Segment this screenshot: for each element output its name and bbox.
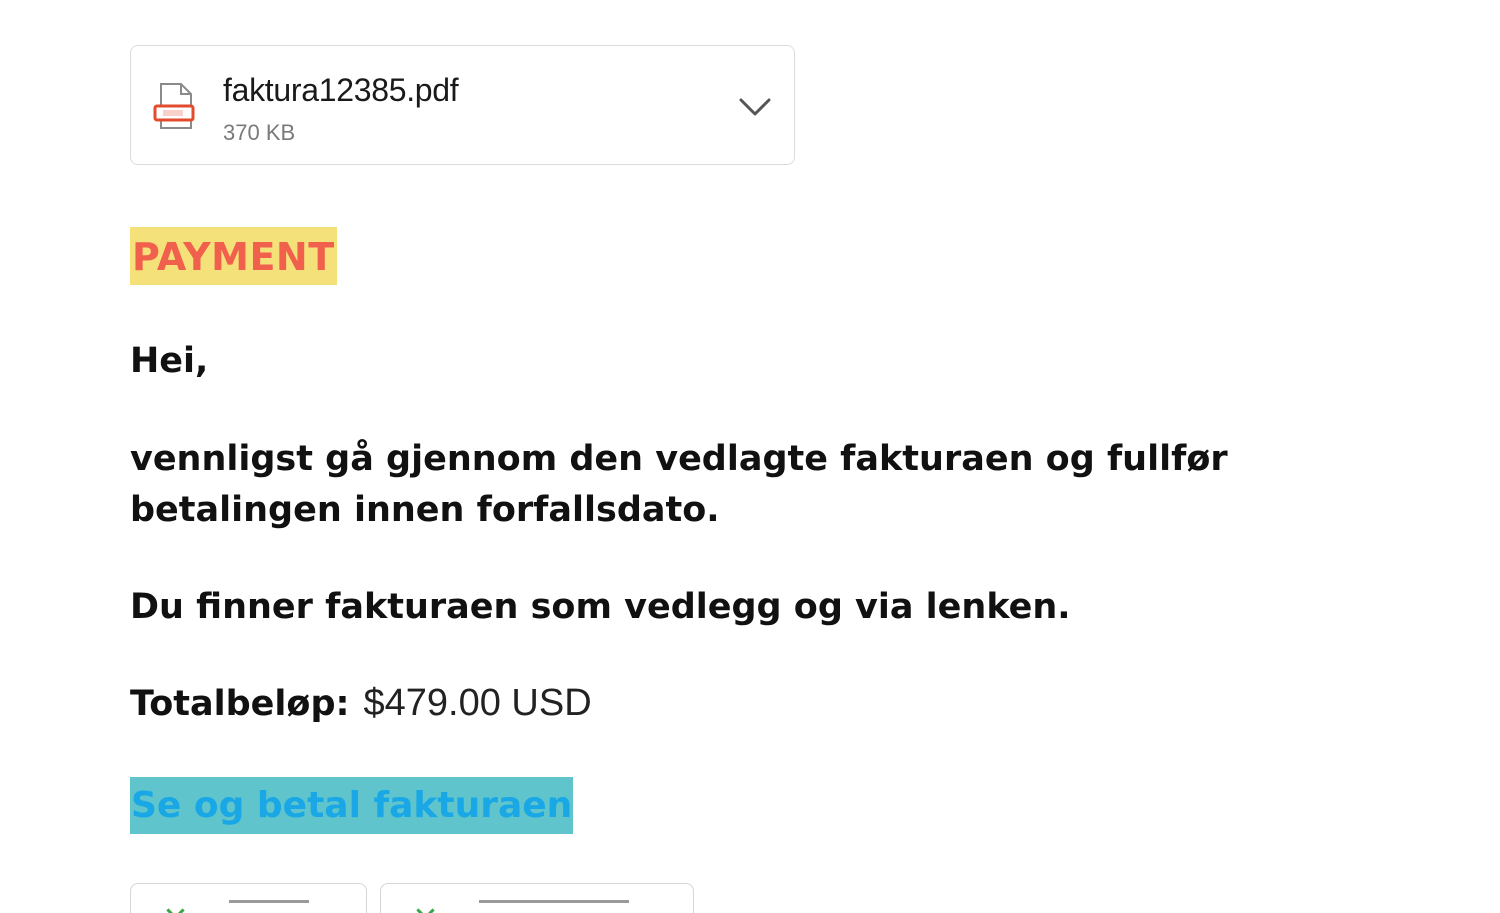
email-greeting: Hei, xyxy=(130,341,209,381)
forward-icon xyxy=(416,901,435,913)
pdf-file-icon xyxy=(153,83,195,129)
email-paragraph-attachment-note: Du finner fakturaen som vedlegg og via l… xyxy=(130,587,1071,627)
total-amount-value: $479.00 USD xyxy=(363,682,592,724)
reply-icon xyxy=(166,901,185,913)
attachment-file-name[interactable]: faktura12385.pdf xyxy=(223,72,459,109)
cut-off-header-line xyxy=(130,0,1500,4)
forward-button-partial[interactable] xyxy=(380,883,694,913)
payment-badge: PAYMENT xyxy=(130,227,337,285)
reply-button-label-cropped xyxy=(229,900,309,911)
total-amount-line: Totalbeløp: $479.00 USD xyxy=(130,678,592,730)
total-amount-label: Totalbeløp: xyxy=(130,684,350,724)
chevron-down-icon[interactable] xyxy=(735,92,775,120)
email-reading-pane: faktura12385.pdf 370 KB PAYMENT Hei, ven… xyxy=(0,0,1500,913)
attachment-file-size: 370 KB xyxy=(223,120,296,145)
view-and-pay-invoice-link[interactable]: Se og betal fakturaen xyxy=(130,777,574,834)
attachment-card[interactable]: faktura12385.pdf 370 KB xyxy=(130,45,795,165)
email-paragraph-instructions: vennligst gå gjennom den vedlagte faktur… xyxy=(130,439,1228,530)
forward-button-label-cropped xyxy=(479,900,629,911)
reply-button-partial[interactable] xyxy=(130,883,367,913)
